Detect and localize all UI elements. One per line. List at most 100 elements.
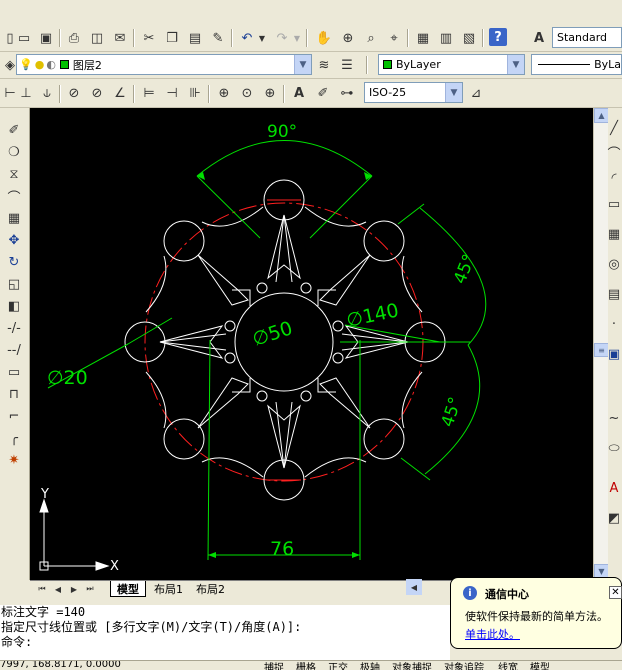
- chevron-down-icon[interactable]: ▼: [294, 55, 311, 74]
- lwt-toggle[interactable]: 线宽: [498, 661, 518, 670]
- tab-model[interactable]: 模型: [110, 581, 146, 597]
- zoom-previous-icon[interactable]: ⌖: [384, 28, 404, 48]
- chevron-down-icon[interactable]: ▼: [507, 55, 524, 74]
- draw-point-icon[interactable]: ·: [604, 314, 622, 334]
- chamfer-icon[interactable]: ⌐: [4, 406, 24, 426]
- explode-icon[interactable]: ✷: [4, 450, 24, 470]
- dim-angular-icon[interactable]: ∠: [110, 83, 130, 103]
- tab-layout2[interactable]: 布局2: [190, 581, 231, 597]
- dim-update-icon[interactable]: ⊶: [337, 83, 357, 103]
- stretch-icon[interactable]: ◧: [4, 296, 24, 316]
- redo-dropdown-icon[interactable]: ▼: [292, 28, 302, 48]
- draw-ellipse-icon[interactable]: ⬭: [604, 438, 622, 458]
- dim-diameter-pitch[interactable]: ∅140: [344, 299, 400, 332]
- layer-select[interactable]: 💡 ● ◐ 图层2 ▼: [16, 54, 312, 75]
- dim-edit-icon[interactable]: A: [289, 83, 309, 103]
- text-style-select[interactable]: Standard: [552, 27, 622, 48]
- break-icon[interactable]: ▭: [4, 362, 24, 382]
- draw-line-icon[interactable]: ╱: [604, 118, 622, 138]
- open-icon[interactable]: ▭: [14, 28, 34, 48]
- center-mark2-icon[interactable]: ⊕: [260, 83, 280, 103]
- design-center-icon[interactable]: ▥: [436, 28, 456, 48]
- command-window[interactable]: 标注文字 =140 指定尺寸线位置或 [多行文字(M)/文字(T)/角度(A)]…: [0, 605, 450, 660]
- linetype-select[interactable]: ByLa: [531, 54, 622, 75]
- polar-toggle[interactable]: 极轴: [360, 661, 380, 670]
- save-icon[interactable]: ▣: [36, 28, 56, 48]
- zoom-window-icon[interactable]: ⌕: [361, 28, 381, 48]
- close-icon[interactable]: ✕: [609, 586, 622, 599]
- command-prompt[interactable]: 命令:: [1, 635, 450, 650]
- publish-icon[interactable]: ✉: [110, 28, 130, 48]
- dim-continue-icon[interactable]: ⊪: [185, 83, 205, 103]
- mirror-icon[interactable]: ⧖: [4, 164, 24, 184]
- draw-hatch-icon[interactable]: ▦: [604, 224, 622, 244]
- center-mark-icon[interactable]: ⊙: [237, 83, 257, 103]
- dim-text-edit-icon[interactable]: ✐: [313, 83, 333, 103]
- trim-icon[interactable]: -/-: [4, 318, 24, 338]
- join-icon[interactable]: ⊓: [4, 384, 24, 404]
- cut-icon[interactable]: ✂: [139, 28, 159, 48]
- rotate-icon[interactable]: ↻: [4, 252, 24, 272]
- dim-diameter-icon[interactable]: ⊘: [87, 83, 107, 103]
- draw-wipeout-icon[interactable]: ◩: [604, 508, 622, 528]
- fillet-icon[interactable]: ╭: [4, 428, 24, 448]
- osnap-toggle[interactable]: 对象捕捉: [392, 661, 432, 670]
- drawing-canvas[interactable]: 90° 45° 45° ∅50 ∅140 ∅20 76 Y X: [30, 108, 593, 580]
- mtext-icon[interactable]: A: [604, 478, 622, 498]
- quick-dim-icon[interactable]: ⊨: [139, 83, 159, 103]
- array-icon[interactable]: ▦: [4, 208, 24, 228]
- dim-angle-top[interactable]: 90°: [267, 122, 297, 142]
- drawing-svg[interactable]: 90° 45° 45° ∅50 ∅140 ∅20 76 Y X: [30, 108, 593, 580]
- print-icon[interactable]: ⎙: [64, 28, 84, 48]
- ortho-toggle[interactable]: 正交: [328, 661, 348, 670]
- draw-table-icon[interactable]: ▤: [604, 284, 622, 304]
- dim-diameter-center[interactable]: ∅50: [250, 317, 296, 351]
- layer-previous-icon[interactable]: ☰: [337, 55, 357, 75]
- copy-icon[interactable]: ❐: [162, 28, 182, 48]
- properties-icon[interactable]: ▦: [413, 28, 433, 48]
- dim-style-manager-icon[interactable]: ⊿: [466, 83, 486, 103]
- draw-arc-icon[interactable]: ◜: [604, 168, 622, 188]
- erase-icon[interactable]: ✐: [4, 120, 24, 140]
- dim-radius-icon[interactable]: ⊘: [64, 83, 84, 103]
- tab-layout1[interactable]: 布局1: [148, 581, 189, 597]
- dim-baseline-icon[interactable]: ⫝: [37, 83, 57, 103]
- dim-baseline2-icon[interactable]: ⊣: [162, 83, 182, 103]
- model-toggle[interactable]: 模型: [530, 661, 550, 670]
- offset-icon[interactable]: ⌒: [4, 186, 24, 206]
- undo-dropdown-icon[interactable]: ▼: [257, 28, 267, 48]
- zoom-realtime-icon[interactable]: ⊕: [338, 28, 358, 48]
- color-select[interactable]: ByLayer ▼: [378, 54, 525, 75]
- otrack-toggle[interactable]: 对象追踪: [444, 661, 484, 670]
- move-icon[interactable]: ✥: [4, 230, 24, 250]
- extend-icon[interactable]: --/: [4, 340, 24, 360]
- dim-style-select[interactable]: ISO-25 ▼: [364, 82, 463, 103]
- insert-block-icon[interactable]: ▣: [604, 344, 622, 364]
- dim-diameter-hole[interactable]: ∅20: [47, 367, 88, 389]
- text-style-icon[interactable]: A: [529, 28, 549, 48]
- copy-object-icon[interactable]: ❍: [4, 142, 24, 162]
- hscroll-left-icon[interactable]: ◀: [406, 579, 422, 595]
- pan-icon[interactable]: ✋: [314, 28, 334, 48]
- dim-ordinate-icon[interactable]: ⊥: [16, 83, 36, 103]
- snap-toggle[interactable]: 捕捉: [264, 661, 284, 670]
- tool-palettes-icon[interactable]: ▧: [459, 28, 479, 48]
- redo-icon[interactable]: ↷: [272, 28, 292, 48]
- undo-icon[interactable]: ↶: [237, 28, 257, 48]
- dim-angle-right-upper[interactable]: 45°: [450, 251, 480, 286]
- help-icon[interactable]: ?: [489, 28, 507, 46]
- dim-angle-right-lower[interactable]: 45°: [438, 395, 466, 430]
- match-prop-icon[interactable]: ✎: [208, 28, 228, 48]
- preview-icon[interactable]: ◫: [87, 28, 107, 48]
- draw-region-icon[interactable]: ◎: [604, 254, 622, 274]
- draw-rect-icon[interactable]: ▭: [604, 194, 622, 214]
- chevron-down-icon[interactable]: ▼: [445, 83, 462, 102]
- balloon-link[interactable]: 单击此处。: [465, 626, 520, 642]
- paste-icon[interactable]: ▤: [185, 28, 205, 48]
- dim-linear-bottom[interactable]: 76: [270, 538, 294, 560]
- make-current-layer-icon[interactable]: ≋: [314, 55, 334, 75]
- grid-toggle[interactable]: 栅格: [296, 661, 316, 670]
- draw-spline-icon[interactable]: ~: [604, 408, 622, 428]
- scale-icon[interactable]: ◱: [4, 274, 24, 294]
- tab-last-icon[interactable]: ⏭: [80, 579, 100, 599]
